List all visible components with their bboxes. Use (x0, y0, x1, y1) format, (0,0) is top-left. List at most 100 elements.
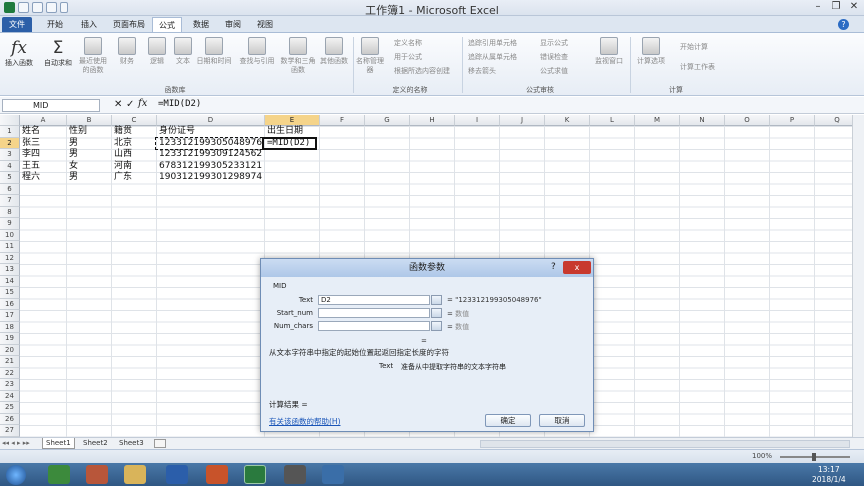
column-header-f[interactable]: F (320, 115, 365, 126)
row-header-19[interactable]: 19 (0, 333, 20, 345)
calc-now-button[interactable]: 开始计算 (680, 41, 708, 53)
row-header-21[interactable]: 21 (0, 356, 20, 368)
row-header-22[interactable]: 22 (0, 367, 20, 379)
column-header-o[interactable]: O (725, 115, 770, 126)
row-header-23[interactable]: 23 (0, 379, 20, 391)
row-header-7[interactable]: 7 (0, 195, 20, 207)
row-header-5[interactable]: 5 (0, 172, 20, 184)
cell-a2[interactable]: 张三 (22, 138, 40, 150)
tab-insert[interactable]: 插入 (74, 17, 104, 32)
name-manager-button[interactable]: 名称管理器 (356, 37, 384, 75)
cell-a5[interactable]: 程六 (22, 172, 40, 184)
row-header-25[interactable]: 25 (0, 402, 20, 414)
ie-browser-icon[interactable] (48, 465, 70, 484)
row-header-24[interactable]: 24 (0, 390, 20, 402)
column-header-c[interactable]: C (112, 115, 157, 126)
column-header-i[interactable]: I (455, 115, 500, 126)
autosum-button[interactable]: Σ 自动求和 (40, 37, 76, 68)
column-header-a[interactable]: A (20, 115, 67, 126)
cell-b3[interactable]: 男 (69, 149, 78, 161)
excel-taskbar-icon[interactable] (244, 465, 266, 484)
cell-c5[interactable]: 广东 (114, 172, 132, 184)
row-header-9[interactable]: 9 (0, 218, 20, 230)
recent-functions-button[interactable]: 最近使用的函数 (78, 37, 108, 75)
ok-button[interactable]: 确定 (485, 414, 531, 427)
powerpoint-icon[interactable] (206, 465, 228, 484)
define-name-button[interactable]: 定义名称 (394, 37, 422, 49)
collapse-dialog-icon[interactable] (431, 321, 442, 331)
dialog-help-button[interactable]: ? (551, 262, 556, 272)
insert-sheet-icon[interactable] (154, 439, 166, 448)
arg-input-num-chars[interactable] (318, 321, 430, 331)
dialog-close-button[interactable]: x (563, 261, 591, 274)
row-header-4[interactable]: 4 (0, 160, 20, 172)
math-button[interactable]: 数学和三角函数 (280, 37, 316, 75)
collapse-dialog-icon[interactable] (431, 308, 442, 318)
lookup-button[interactable]: 查找与引用 (236, 37, 278, 66)
column-header-b[interactable]: B (67, 115, 112, 126)
cell-c3[interactable]: 山西 (114, 149, 132, 161)
logic-button[interactable]: 逻辑 (142, 37, 172, 66)
column-header-m[interactable]: M (635, 115, 680, 126)
datetime-button[interactable]: 日期和时间 (194, 37, 234, 66)
cell-b4[interactable]: 女 (69, 161, 78, 173)
arg-input-text[interactable]: D2 (318, 295, 430, 305)
word-icon[interactable] (166, 465, 188, 484)
column-header-g[interactable]: G (365, 115, 410, 126)
cell-d3[interactable]: 123312199309124562 (159, 149, 262, 161)
formula-input[interactable]: =MID(D2) (158, 99, 201, 109)
row-header-3[interactable]: 3 (0, 149, 20, 161)
video-icon[interactable] (322, 465, 344, 484)
trace-precedents-button[interactable]: 追踪引用单元格 (468, 37, 517, 49)
sheet-nav-icon[interactable]: ◂◂ ◂ ▸ ▸▸ (2, 439, 30, 447)
create-from-selection-button[interactable]: 根据所选内容创建 (394, 65, 450, 77)
error-checking-button[interactable]: 错误检查 (540, 51, 568, 63)
tab-formulas[interactable]: 公式 (152, 17, 182, 32)
row-header-13[interactable]: 13 (0, 264, 20, 276)
function-help-link[interactable]: 有关该函数的帮助(H) (269, 416, 341, 427)
cell-d1[interactable]: 身份证号 (159, 126, 195, 138)
cell-a1[interactable]: 姓名 (22, 126, 40, 138)
cell-d4[interactable]: 678312199305233121 (159, 161, 262, 173)
remove-arrows-button[interactable]: 移去箭头 (468, 65, 496, 77)
tab-review[interactable]: 审阅 (218, 17, 248, 32)
folder-icon[interactable] (124, 465, 146, 484)
row-header-11[interactable]: 11 (0, 241, 20, 253)
cell-b1[interactable]: 性别 (69, 126, 87, 138)
vertical-scrollbar[interactable] (852, 115, 864, 437)
cell-c1[interactable]: 籍贯 (114, 126, 132, 138)
tab-home[interactable]: 开始 (40, 17, 70, 32)
row-header-6[interactable]: 6 (0, 183, 20, 195)
column-header-d[interactable]: D (157, 115, 265, 126)
row-header-14[interactable]: 14 (0, 275, 20, 287)
calc-sheet-button[interactable]: 计算工作表 (680, 61, 715, 73)
watch-window-button[interactable]: 监视窗口 (592, 37, 626, 66)
cell-b2[interactable]: 男 (69, 138, 78, 150)
horizontal-scrollbar[interactable] (480, 440, 850, 448)
row-header-16[interactable]: 16 (0, 298, 20, 310)
row-header-10[interactable]: 10 (0, 229, 20, 241)
tab-file[interactable]: 文件 (2, 17, 32, 32)
cell-b5[interactable]: 男 (69, 172, 78, 184)
row-header-20[interactable]: 20 (0, 344, 20, 356)
close-window-button[interactable]: ✕ (846, 0, 862, 14)
select-all-corner[interactable] (0, 115, 20, 126)
column-header-l[interactable]: L (590, 115, 635, 126)
row-header-8[interactable]: 8 (0, 206, 20, 218)
cell-a3[interactable]: 李四 (22, 149, 40, 161)
row-header-17[interactable]: 17 (0, 310, 20, 322)
zoom-slider-thumb[interactable] (812, 453, 816, 461)
tab-page-layout[interactable]: 页面布局 (108, 17, 150, 32)
cancel-button[interactable]: 取消 (539, 414, 585, 427)
media-icon[interactable] (86, 465, 108, 484)
cell-e1[interactable]: 出生日期 (267, 126, 303, 138)
recorder-icon[interactable] (284, 465, 306, 484)
other-functions-button[interactable]: 其他函数 (316, 37, 352, 66)
column-header-k[interactable]: K (545, 115, 590, 126)
sheet-tab-2[interactable]: Sheet2 (80, 438, 111, 449)
insert-function-fx-icon[interactable]: fx (138, 98, 147, 109)
column-header-h[interactable]: H (410, 115, 455, 126)
insert-function-button[interactable]: fx 插入函数 (2, 37, 36, 68)
arg-input-start-num[interactable] (318, 308, 430, 318)
use-in-formula-button[interactable]: 用于公式 (394, 51, 422, 63)
